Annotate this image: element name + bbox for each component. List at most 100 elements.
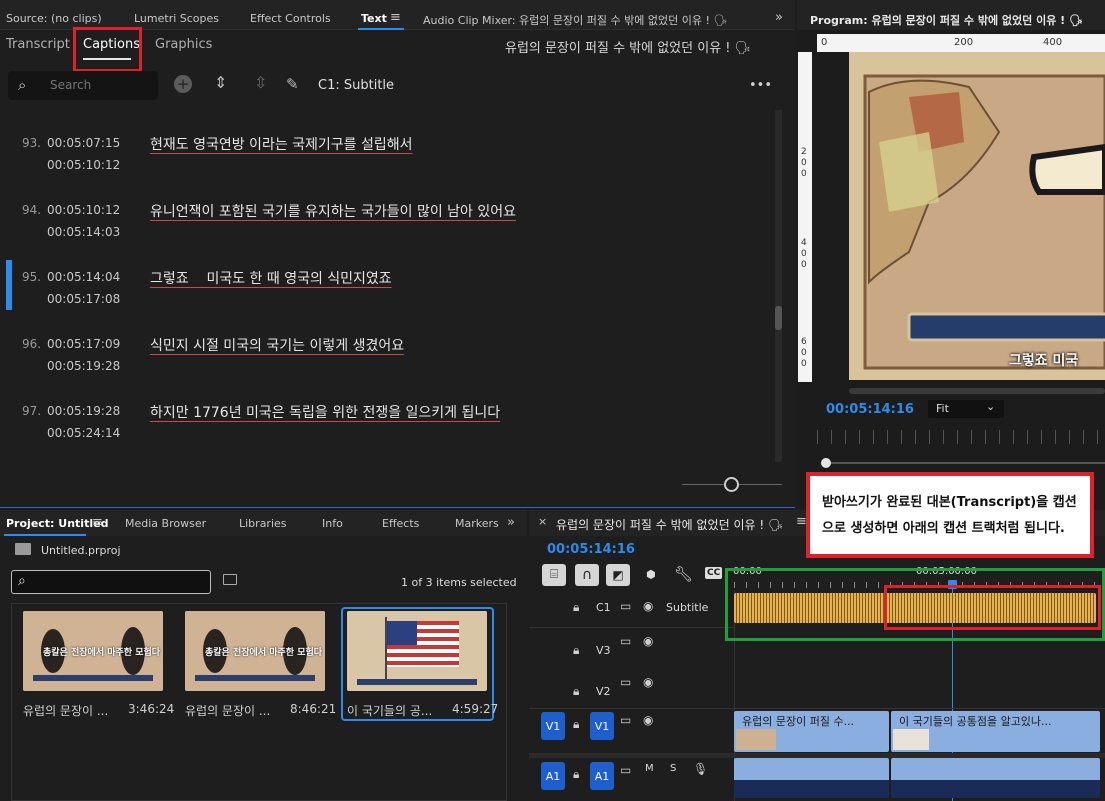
tab-effects[interactable]: Effects	[382, 517, 419, 530]
tab-libraries[interactable]: Libraries	[239, 517, 287, 530]
tab-menu-icon[interactable]: ≡	[92, 515, 103, 530]
program-title[interactable]: Program: 유럽의 문장이 퍼질 수 밖에 없었던 이유 ! 🗣	[810, 12, 1083, 28]
caption-text[interactable]: 현재도 영국연방 이라는 국제기구를 설립해서	[150, 134, 413, 154]
source-patch-a1[interactable]: A1	[541, 762, 565, 790]
tab-source[interactable]: Source: (no clips)	[6, 12, 102, 25]
snap-icon[interactable]: ∩	[575, 564, 599, 586]
panel-focus-border	[0, 507, 795, 508]
audio-clip-1[interactable]	[734, 758, 889, 798]
media-thumbnail[interactable]	[347, 611, 487, 691]
source-patch-label: V1	[545, 719, 561, 733]
video-clip-2[interactable]: 이 국기들의 공통점을 알고있나...	[891, 711, 1100, 752]
eye-icon[interactable]: ◉	[643, 599, 653, 613]
scrollbar-thumb[interactable]	[775, 306, 782, 330]
track-label[interactable]: C1: Subtitle	[318, 78, 394, 93]
playhead-handle[interactable]	[821, 458, 831, 468]
track-divider	[529, 627, 734, 628]
subtab-transcript[interactable]: Transcript	[6, 37, 70, 52]
media-duration: 4:59:27	[452, 702, 499, 716]
caption-number: 93.	[22, 136, 42, 150]
eye-icon[interactable]: ◉	[643, 634, 653, 648]
program-video-frame[interactable]: 그렇죠 미국	[849, 52, 1105, 380]
lock-icon[interactable]: 🔒︎	[573, 684, 579, 699]
search-box[interactable]: ⌕	[8, 71, 158, 100]
audio-clip-2[interactable]	[891, 758, 1100, 798]
tab-menu-icon[interactable]: ≡	[390, 10, 401, 25]
caption-row-93[interactable]: 93. 00:05:07:15 00:05:10:12 현재도 영국연방 이라는…	[0, 118, 745, 184]
video-clip-1[interactable]: 유럽의 문장이 퍼질 수...	[734, 711, 889, 752]
project-tabbar: Project: Untitled ≡ Media Browser Librar…	[0, 510, 527, 536]
add-caption-icon[interactable]: +	[174, 75, 192, 93]
new-bin-from-search-icon[interactable]	[223, 574, 237, 585]
track-name-v2: V2	[596, 685, 611, 698]
lock-icon[interactable]: 🔒︎	[573, 767, 579, 782]
caption-text[interactable]: 식민지 시절 미국의 국기는 이렇게 생겼어요	[150, 335, 404, 355]
tab-info[interactable]: Info	[322, 517, 343, 530]
playhead-track[interactable]	[821, 462, 1105, 464]
film-icon[interactable]: ▭	[620, 599, 631, 613]
source-patch-label: A1	[545, 769, 561, 783]
timeline-title[interactable]: 유럽의 문장이 퍼질 수 밖에 없었던 이유 ! 🗣	[556, 516, 783, 533]
video-scrollbar[interactable]	[849, 388, 1105, 394]
more-options-icon[interactable]: •••	[749, 78, 772, 93]
media-thumbnail[interactable]: 총칼은 전장에서 마주한 모험다	[185, 611, 325, 691]
zoom-slider-handle[interactable]	[724, 477, 739, 492]
lock-icon[interactable]: 🔒︎	[573, 600, 579, 615]
film-icon[interactable]: ▭	[620, 713, 631, 727]
subtab-graphics[interactable]: Graphics	[155, 37, 212, 52]
media-label[interactable]: 유럽의 문장이 ...	[23, 702, 108, 719]
timeline-timecode[interactable]: 00:05:14:16	[547, 542, 635, 557]
clip-label: 유럽의 문장이 퍼질 수...	[742, 715, 855, 728]
sequence-title: 유럽의 문장이 퍼질 수 밖에 없었던 이유 ! 🗣	[505, 41, 752, 56]
track-target-a1[interactable]: A1	[590, 762, 614, 790]
overflow-chevron-icon[interactable]: »	[775, 10, 783, 25]
program-timecode[interactable]: 00:05:14:16	[826, 402, 914, 417]
caption-text[interactable]: 하지만 1776년 미국은 독립을 위한 전쟁을 일으키게 됩니다	[150, 402, 500, 422]
program-time-ruler[interactable]	[817, 430, 1105, 444]
eye-icon[interactable]: ◉	[643, 713, 653, 727]
track-target-v1[interactable]: V1	[590, 712, 614, 740]
vertical-ruler: 200 400 600	[798, 52, 812, 382]
eye-icon[interactable]: ◉	[643, 675, 653, 689]
project-search-box[interactable]: ⌕	[11, 570, 211, 594]
nest-icon[interactable]: ⌸	[542, 564, 566, 586]
wrench-icon[interactable]: 🔧︎	[674, 565, 693, 583]
media-thumbnail[interactable]: 총칼은 전장에서 마주한 모험다	[23, 611, 163, 691]
search-input[interactable]	[50, 77, 150, 93]
caption-out-time: 00:05:19:28	[47, 359, 121, 373]
fit-dropdown[interactable]: Fit ⌄	[928, 400, 1004, 418]
captions-cc-icon[interactable]: CC	[705, 567, 723, 579]
split-caption-icon[interactable]: ⇳	[254, 73, 267, 92]
microphone-icon[interactable]: 🎙︎	[693, 762, 708, 776]
close-icon[interactable]: ×	[538, 515, 547, 528]
solo-button[interactable]: S	[670, 763, 676, 774]
caption-text[interactable]: 유니언잭이 포함된 국기를 유지하는 국가들이 많이 남아 있어요	[150, 201, 516, 221]
media-label[interactable]: 이 국기들의 공...	[347, 702, 432, 719]
mute-button[interactable]: M	[645, 763, 654, 774]
merge-captions-icon[interactable]: ⇕	[214, 73, 227, 92]
caption-text[interactable]: 그렇죠 미국도 한 때 영국의 식민지였죠	[150, 268, 392, 288]
tab-markers[interactable]: Markers	[455, 517, 499, 530]
tab-lumetri-scopes[interactable]: Lumetri Scopes	[134, 12, 219, 25]
caption-row-95[interactable]: 95. 00:05:14:04 00:05:17:08 그렇죠 미국도 한 때 …	[0, 252, 745, 318]
caption-row-96[interactable]: 96. 00:05:17:09 00:05:19:28 식민지 시절 미국의 국…	[0, 319, 745, 385]
tab-effect-controls[interactable]: Effect Controls	[250, 12, 331, 25]
media-label[interactable]: 유럽의 문장이 ...	[185, 702, 270, 719]
lock-icon[interactable]: 🔒︎	[573, 717, 579, 732]
caption-number: 94.	[22, 203, 42, 217]
tab-media-browser[interactable]: Media Browser	[125, 517, 206, 530]
film-icon[interactable]: ▭	[620, 675, 631, 689]
linked-selection-icon[interactable]: ◩	[606, 564, 630, 586]
tab-text[interactable]: Text	[361, 12, 387, 25]
overflow-chevron-icon[interactable]: »	[507, 515, 515, 530]
lock-icon[interactable]: 🔒︎	[573, 643, 579, 658]
tab-audio-clip-mixer[interactable]: Audio Clip Mixer: 유럽의 문장이 퍼질 수 밖에 없었던 이유…	[423, 12, 727, 28]
film-icon[interactable]: ▭	[620, 634, 631, 648]
caption-row-97[interactable]: 97. 00:05:19:28 00:05:24:14 하지만 1776년 미국…	[0, 386, 745, 452]
add-marker-icon[interactable]: ⬢	[646, 568, 656, 581]
caption-scrollbar[interactable]	[775, 110, 782, 462]
source-patch-v1[interactable]: V1	[541, 712, 565, 740]
caption-row-94[interactable]: 94. 00:05:10:12 00:05:14:03 유니언잭이 포함된 국기…	[0, 185, 745, 251]
pencil-icon[interactable]: ✎	[286, 75, 299, 93]
film-icon[interactable]: ▭	[620, 763, 631, 777]
